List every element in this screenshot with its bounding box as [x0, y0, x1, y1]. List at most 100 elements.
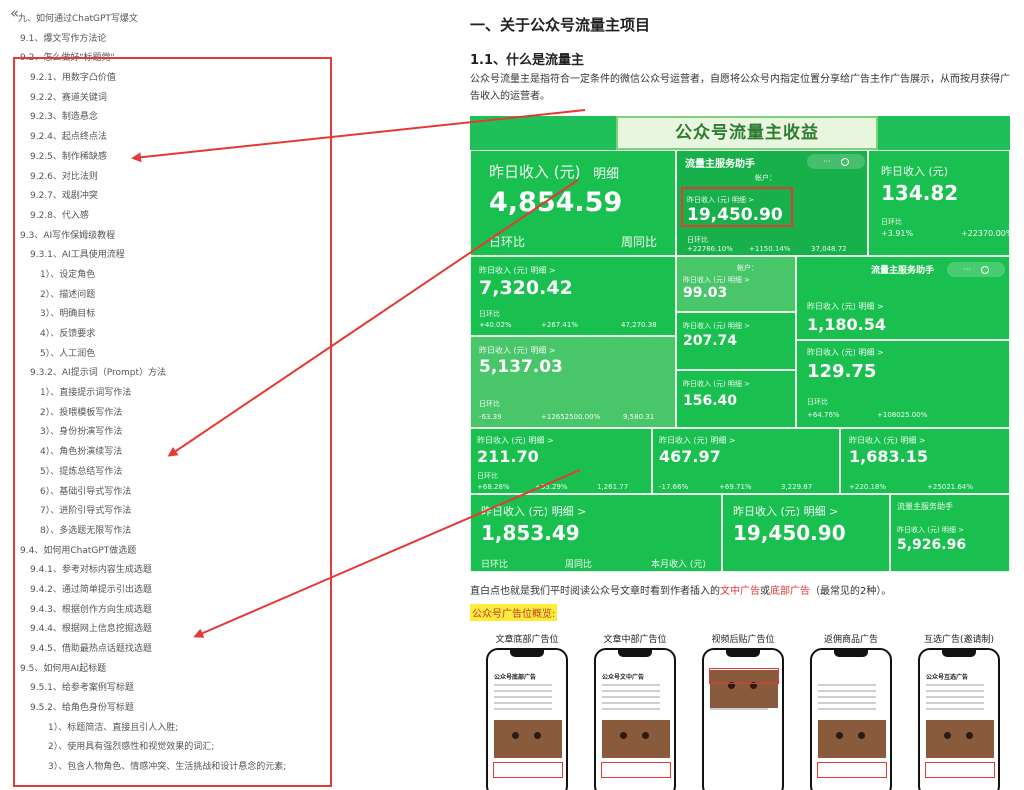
outline-item[interactable]: 8）、多选题无限写作法 — [0, 522, 340, 542]
article-photo — [926, 720, 994, 758]
outline-item[interactable]: 9.2.4、起点终点法 — [0, 128, 340, 148]
bottom-ad-link[interactable]: 底部广告 — [770, 586, 810, 597]
outline-item[interactable]: 9.2.2、赛道关键词 — [0, 89, 340, 109]
outline-item[interactable]: 9.4、如何用ChatGPT做选题 — [0, 542, 340, 562]
outline-item[interactable]: 9.4.4、根据网上信息挖掘选题 — [0, 620, 340, 640]
tile-day-ratio: 日环比 — [807, 398, 828, 406]
ad-slot-caption: 视频后贴广告位 — [711, 635, 775, 645]
text-line — [818, 690, 876, 692]
text-line — [602, 690, 660, 692]
outline-item[interactable]: 九、如何通过ChatGPT写爆文 — [0, 10, 340, 30]
tile-month: 本月收入 (元) — [651, 560, 706, 570]
phone-article-title: 公众号文中广告 — [602, 674, 645, 681]
tile-label: 昨日收入 (元) 明细 > — [479, 266, 556, 275]
tile-day-ratio: 日环比 — [479, 310, 500, 318]
earnings-tile: 昨日收入 (元) 明细 > 7,320.42 日环比 +40.02% +267.… — [470, 256, 676, 336]
outline-item[interactable]: 9.3.2、AI提示词（Prompt）方法 — [0, 364, 340, 384]
outline-item[interactable]: 3）、身份扮演写作法 — [0, 423, 340, 443]
outline-item[interactable]: 5）、人工润色 — [0, 345, 340, 365]
ad-slot-caption: 文章底部广告位 — [495, 635, 559, 645]
ad-slot-marker — [601, 762, 671, 778]
tile-value: 4,854.59 — [489, 187, 623, 218]
tile-stat: +108025.00% — [877, 411, 928, 419]
outline-item[interactable]: 9.5.2、给角色身份写标题 — [0, 699, 340, 719]
outline-item[interactable]: 4）、角色扮演续写法 — [0, 443, 340, 463]
outline-item[interactable]: 1）、设定角色 — [0, 266, 340, 286]
outline-item[interactable]: 2）、使用具有强烈感性和视觉效果的词汇; — [0, 738, 340, 758]
tile-label: 昨日收入 (元) 明细 > — [807, 348, 884, 357]
outline-item[interactable]: 6）、基础引导式写作法 — [0, 483, 340, 503]
phone-notch — [726, 650, 760, 657]
outline-item[interactable]: 9.2.3、制造悬念 — [0, 108, 340, 128]
outline-panel: « 九、如何通过ChatGPT写爆文 9.1、爆文写作方法论 9.2、怎么做好"标题… — [0, 0, 340, 790]
text-line — [494, 690, 552, 692]
ad-slot-marker — [493, 762, 563, 778]
earnings-tile: 昨日收入 (元) 明细 > 211.70 日环比 +68.28% +35.29%… — [470, 428, 652, 494]
text-line — [926, 684, 984, 686]
phone-notch — [510, 650, 544, 657]
outline-item[interactable]: 9.5.1、给参考案例写标题 — [0, 679, 340, 699]
outline-item[interactable]: 9.2.1、用数字凸价值 — [0, 69, 340, 89]
tile-stat: +22370.00% — [961, 229, 1010, 238]
tile-label: 昨日收入 (元) 明细 > — [659, 436, 736, 445]
outline-item[interactable]: 2）、投喂模板写作法 — [0, 404, 340, 424]
ad-slot-phones: 文章底部广告位 公众号底部广告 文章中部广告位 公众号文中广告 视频后贴广告位 返佣商品广… — [470, 632, 1018, 790]
tile-label: 昨日收入 (元) 明细 > — [683, 322, 751, 330]
phone-mockup: 公众号文中广告 — [594, 648, 676, 790]
tile-stat: +35.29% — [535, 483, 568, 491]
outline-item[interactable]: 9.4.5、借助最热点话题找选题 — [0, 640, 340, 660]
in-article-ad-link[interactable]: 文中广告 — [720, 586, 760, 597]
outline-item[interactable]: 1）、直接提示词写作法 — [0, 384, 340, 404]
earnings-tile: 流量主服务助手 ··· 帐户： 昨日收入 (元) 明细 > 19,450.90 … — [676, 150, 868, 256]
more-icon: ··· — [947, 262, 1005, 277]
tile-stat: -63.39 — [479, 413, 502, 421]
earnings-tile: 昨日收入 (元) 明细 > 1,683.15 +220.18% +25021.6… — [840, 428, 1010, 494]
tile-stat: 47,270.38 — [621, 321, 657, 329]
ad-slot-caption: 互选广告(邀请制) — [923, 635, 995, 645]
earnings-tile: 昨日收入 (元) 明细 > 207.74 — [676, 312, 796, 370]
earnings-tile: 流量主服务助手 昨日收入 (元) 明细 > 5,926.96 — [890, 494, 1010, 572]
tile-label: 昨日收入 (元) 明细 > — [481, 505, 587, 518]
outline-item[interactable]: 7）、进阶引导式写作法 — [0, 502, 340, 522]
tile-label: 昨日收入 (元) 明细 > — [733, 505, 839, 518]
outline-item[interactable]: 9.2.7、戏剧冲突 — [0, 187, 340, 207]
text-line — [818, 708, 876, 710]
outline-list: 九、如何通过ChatGPT写爆文 9.1、爆文写作方法论 9.2、怎么做好"标题党"… — [0, 14, 340, 778]
tile-account: 帐户： — [737, 264, 758, 272]
outline-item[interactable]: 5）、提炼总结写作法 — [0, 463, 340, 483]
intro-paragraph: 公众号流量主是指符合一定条件的微信公众号运营者，自愿将公众号内指定位置分享给广告… — [470, 74, 1010, 102]
outline-item[interactable]: 9.4.2、通过简单提示引出选题 — [0, 581, 340, 601]
earnings-tile: 昨日收入 (元) 134.82 日环比 +3.91% +22370.00% — [868, 150, 1010, 256]
outline-item[interactable]: 3）、明确目标 — [0, 305, 340, 325]
outline-item[interactable]: 3）、包含人物角色、情感冲突、生活挑战和设计悬念的元素; — [0, 758, 340, 778]
ad-slot-column: 返佣商品广告 — [802, 632, 900, 790]
tile-value: 5,926.96 — [897, 537, 967, 553]
outline-item[interactable]: 9.2、怎么做好"标题党" — [0, 49, 340, 69]
outline-item[interactable]: 9.3、AI写作保姆级教程 — [0, 227, 340, 247]
tile-stat: 37,048.72 — [811, 245, 847, 253]
outline-item[interactable]: 1）、标题简洁、直接且引人入胜; — [0, 719, 340, 739]
text-line — [494, 702, 552, 704]
outline-item[interactable]: 4）、反馈要求 — [0, 325, 340, 345]
tile-assistant: 流量主服务助手 — [871, 266, 935, 276]
outline-item[interactable]: 9.5、如何用AI起标题 — [0, 660, 340, 680]
tile-label: 昨日收入 (元) 明细 > — [477, 436, 554, 445]
tile-value: 1,180.54 — [807, 315, 886, 334]
tile-stat: +64.76% — [807, 411, 840, 419]
tile-value: 134.82 — [881, 181, 959, 205]
tile-day-ratio: 日环比 — [881, 218, 902, 226]
outline-item[interactable]: 9.4.3、根据创作方向生成选题 — [0, 601, 340, 621]
tile-value: 211.70 — [477, 447, 539, 466]
outline-item[interactable]: 9.1、爆文写作方法论 — [0, 30, 340, 50]
outline-item[interactable]: 9.3.1、AI工具使用流程 — [0, 246, 340, 266]
tile-week-ratio: 周同比 — [565, 560, 593, 570]
outline-item[interactable]: 9.2.6、对比法则 — [0, 168, 340, 188]
outline-item[interactable]: 2）、描述问题 — [0, 286, 340, 306]
phone-notch — [618, 650, 652, 657]
outline-item[interactable]: 9.2.8、代入感 — [0, 207, 340, 227]
tile-stat: +3.91% — [881, 229, 914, 238]
ad-slot-column: 文章底部广告位 公众号底部广告 — [478, 632, 576, 790]
outline-item[interactable]: 9.2.5、制作稀缺感 — [0, 148, 340, 168]
outline-item[interactable]: 9.4.1、参考对标内容生成选题 — [0, 561, 340, 581]
ad-explanation: 直白点也就是我们平时阅读公众号文章时看到作者插入的文中广告或底部广告（最常见的2… — [470, 582, 1014, 597]
